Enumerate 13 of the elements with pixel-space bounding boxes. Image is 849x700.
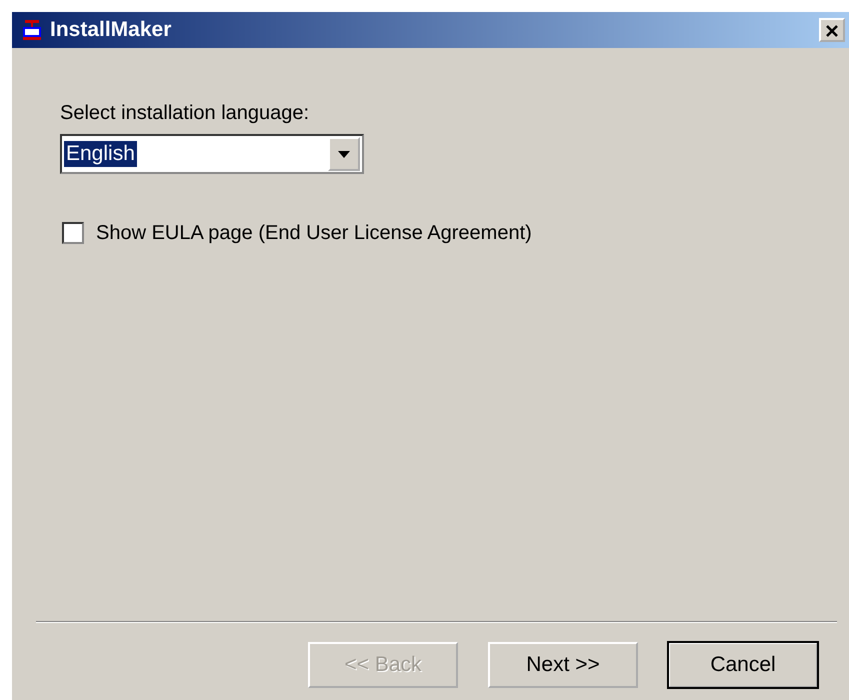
close-button[interactable] — [819, 18, 845, 42]
close-icon — [826, 24, 838, 37]
language-label: Select installation language: — [60, 101, 310, 126]
eula-checkbox[interactable] — [62, 222, 84, 244]
eula-label: Show EULA page (End User License Agreement) — [96, 221, 532, 246]
installer-icon — [22, 19, 42, 41]
dropdown-arrow-button[interactable] — [328, 137, 360, 171]
dropdown-value: English — [64, 141, 137, 167]
next-button[interactable]: Next >> — [488, 642, 638, 688]
caret-icon — [338, 150, 350, 158]
window-title: InstallMaker — [50, 17, 172, 44]
language-dropdown[interactable]: English — [60, 134, 364, 174]
cancel-button[interactable]: Cancel — [668, 642, 818, 688]
